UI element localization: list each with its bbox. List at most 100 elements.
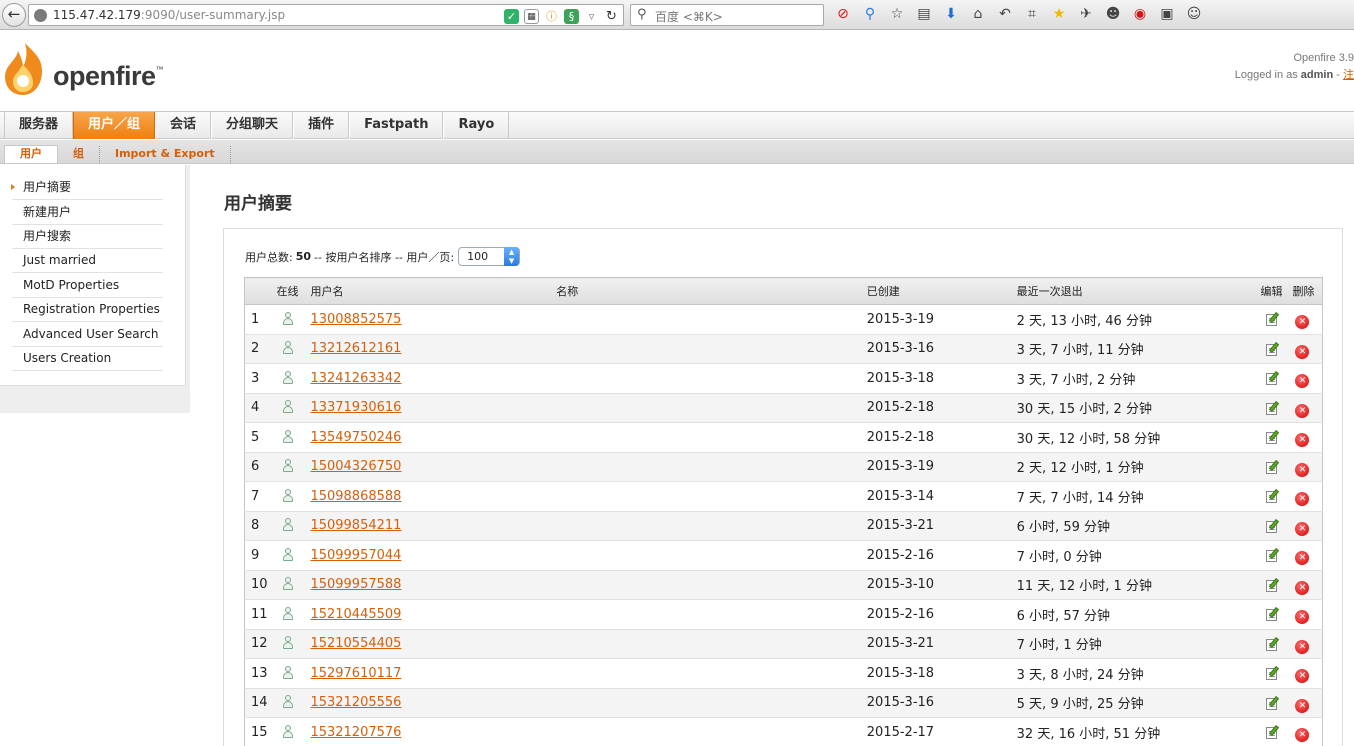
crop-icon[interactable]: ⌗ — [1023, 5, 1041, 23]
tab-server[interactable]: 服务器 — [4, 112, 74, 139]
edit-icon[interactable] — [1265, 518, 1280, 533]
username-link[interactable]: 15004326750 — [310, 459, 401, 474]
sidebar-item-just-married[interactable]: Just married — [12, 248, 163, 273]
delete-icon[interactable]: ✕ — [1295, 669, 1310, 684]
username-link[interactable]: 15297610117 — [310, 666, 401, 681]
subtab-users[interactable]: 用户 — [4, 145, 58, 163]
edit-icon[interactable] — [1265, 312, 1280, 327]
delete-icon[interactable]: ✕ — [1295, 433, 1310, 448]
tab-group-chat[interactable]: 分组聊天 — [211, 112, 294, 139]
sidebar-item-users-creation[interactable]: Users Creation — [12, 346, 163, 371]
sidebar-item-user-search[interactable]: 用户搜索 — [12, 224, 163, 249]
search-icon: ⚲ — [637, 7, 647, 22]
username-link[interactable]: 15210445509 — [310, 607, 401, 622]
address-bar[interactable]: 115.47.42.179:9090/user-summary.jsp ✓ ▦ … — [28, 4, 624, 26]
delete-icon[interactable]: ✕ — [1295, 639, 1310, 654]
delete-icon[interactable]: ✕ — [1295, 610, 1310, 625]
edit-icon[interactable] — [1265, 400, 1280, 415]
reload-icon[interactable]: ↻ — [604, 9, 619, 24]
sidebar-item-motd-properties[interactable]: MotD Properties — [12, 273, 163, 298]
tab-plugins[interactable]: 插件 — [293, 112, 350, 139]
info-icon[interactable]: ⓘ — [544, 8, 559, 24]
subtab-import-export[interactable]: Import & Export — [100, 146, 231, 163]
edit-icon[interactable] — [1265, 636, 1280, 651]
edit-icon[interactable] — [1265, 577, 1280, 592]
sidebar-item-new-user[interactable]: 新建用户 — [12, 200, 163, 225]
delete-icon[interactable]: ✕ — [1295, 344, 1310, 359]
sidebar-item-registration-properties[interactable]: Registration Properties — [12, 297, 163, 322]
back-button[interactable]: ← — [2, 3, 26, 27]
tab-sessions[interactable]: 会话 — [155, 112, 212, 139]
qr-code-icon[interactable]: ▦ — [524, 8, 539, 24]
sidebar-item-advanced-user-search[interactable]: Advanced User Search — [12, 322, 163, 347]
chat-icon[interactable]: ☺ — [1185, 5, 1203, 23]
shield-icon[interactable]: ✓ — [504, 8, 519, 24]
col-edit: 编辑 — [1260, 277, 1293, 305]
username-link[interactable]: 15099854211 — [310, 518, 401, 533]
edit-icon[interactable] — [1265, 725, 1280, 740]
online-status-cell — [276, 422, 311, 453]
username-cell: 15099854211 — [310, 511, 557, 541]
delete-icon[interactable]: ✕ — [1295, 315, 1310, 330]
delete-icon[interactable]: ✕ — [1295, 403, 1310, 418]
delete-icon[interactable]: ✕ — [1295, 698, 1310, 713]
sort-and-per-page-label: -- 按用户名排序 -- 用户／页: — [314, 250, 455, 264]
delete-icon[interactable]: ✕ — [1295, 374, 1310, 389]
username-link[interactable]: 13212612161 — [310, 341, 401, 356]
bird-icon[interactable]: ✈ — [1077, 5, 1095, 23]
delete-icon[interactable]: ✕ — [1295, 521, 1310, 536]
username-link[interactable]: 13371930616 — [310, 400, 401, 415]
username-link[interactable]: 15321205556 — [310, 695, 401, 710]
username-link[interactable]: 15098868588 — [310, 489, 401, 504]
edit-cell — [1260, 393, 1293, 423]
sidebar-item-user-summary[interactable]: 用户摘要 — [11, 175, 163, 200]
search-field[interactable]: ⚲ 百度 <⌘K> — [630, 4, 824, 26]
block-icon[interactable]: ⊘ — [834, 5, 852, 23]
username-link[interactable]: 13241263342 — [310, 371, 401, 386]
addon-icon[interactable]: ◉ — [1131, 5, 1149, 23]
users-per-page-select[interactable]: 100 ▲ ▼ — [458, 247, 521, 266]
username-link[interactable]: 15099957588 — [310, 577, 401, 592]
edit-icon[interactable] — [1265, 341, 1280, 356]
openfire-logo-icon[interactable] — [2, 41, 48, 97]
username-link[interactable]: 13549750246 — [310, 430, 401, 445]
username-link[interactable]: 15321207576 — [310, 725, 401, 740]
delete-icon[interactable]: ✕ — [1295, 551, 1310, 566]
edit-icon[interactable] — [1265, 489, 1280, 504]
tab-users-groups[interactable]: 用户／组 — [73, 112, 156, 139]
delete-icon[interactable]: ✕ — [1295, 580, 1310, 595]
table-row: 12 15210554405 2015-3-21 7 小时, 1 分钟 ✕ — [244, 629, 1323, 659]
edit-icon[interactable] — [1265, 607, 1280, 622]
logout-link[interactable]: 注 — [1343, 69, 1354, 81]
dropdown-icon[interactable]: ▿ — [584, 9, 599, 24]
row-index: 12 — [244, 629, 277, 659]
tab-rayo[interactable]: Rayo — [443, 112, 510, 139]
home-icon[interactable]: ⌂ — [969, 5, 987, 23]
username-link[interactable]: 15210554405 — [310, 636, 401, 651]
reading-list-icon[interactable]: ▤ — [915, 5, 933, 23]
download-icon[interactable]: ⬇ — [942, 5, 960, 23]
screenshot-icon[interactable]: ▣ — [1158, 5, 1176, 23]
name-cell — [556, 688, 867, 718]
edit-icon[interactable] — [1265, 459, 1280, 474]
profile-icon[interactable]: ☻ — [1104, 5, 1122, 23]
extension-icon[interactable]: § — [564, 8, 579, 24]
edit-icon[interactable] — [1265, 430, 1280, 445]
url-text[interactable]: 115.47.42.179:9090/user-summary.jsp — [53, 8, 285, 22]
edit-icon[interactable] — [1265, 371, 1280, 386]
username-link[interactable]: 15099957044 — [310, 548, 401, 563]
subtab-groups[interactable]: 组 — [58, 146, 100, 163]
delete-icon[interactable]: ✕ — [1295, 492, 1310, 507]
favorites-icon[interactable]: ★ — [1050, 5, 1068, 23]
tab-fastpath[interactable]: Fastpath — [349, 112, 444, 139]
delete-icon[interactable]: ✕ — [1295, 462, 1310, 477]
bookmark-star-icon[interactable]: ☆ — [888, 5, 906, 23]
delete-icon[interactable]: ✕ — [1295, 728, 1310, 743]
page-title: 用户摘要 — [224, 194, 292, 214]
edit-icon[interactable] — [1265, 548, 1280, 563]
edit-icon[interactable] — [1265, 666, 1280, 681]
edit-icon[interactable] — [1265, 695, 1280, 710]
username-link[interactable]: 13008852575 — [310, 312, 401, 327]
undo-icon[interactable]: ↶ — [996, 5, 1014, 23]
zoom-icon[interactable]: ⚲ — [861, 5, 879, 23]
